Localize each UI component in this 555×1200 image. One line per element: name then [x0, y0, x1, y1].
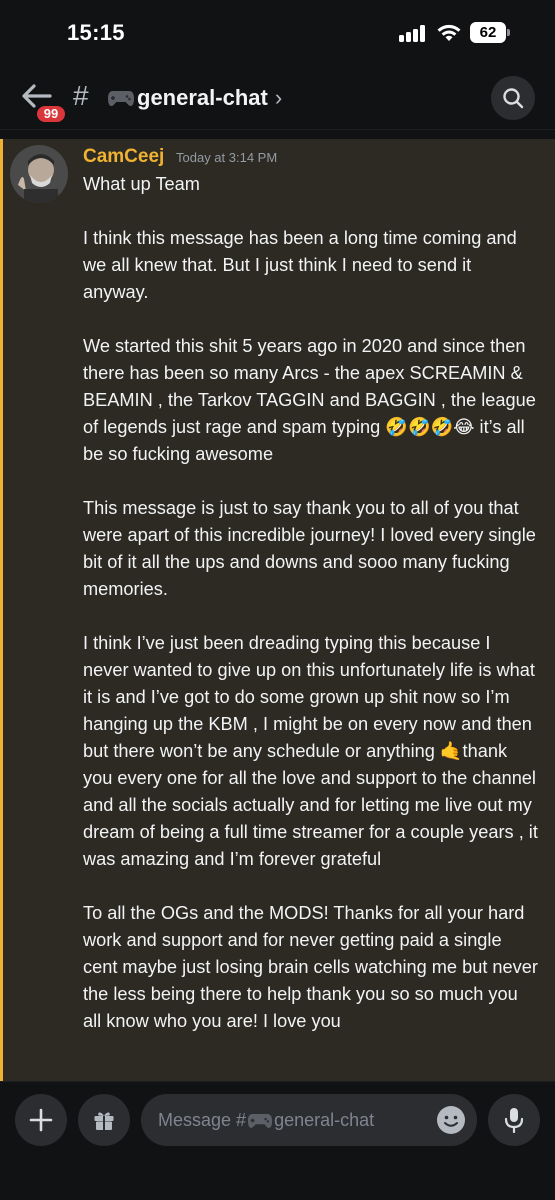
battery-icon: 62	[470, 22, 510, 43]
message-author[interactable]: CamCeej	[83, 146, 164, 168]
voice-message-button[interactable]	[488, 1094, 540, 1146]
message-content: What up Team I think this message has be…	[83, 171, 538, 1062]
message-paragraph: What up Team	[83, 174, 200, 194]
channel-header: 99 # general-chat ›	[0, 66, 555, 130]
emoji-button[interactable]	[437, 1106, 465, 1134]
message-paragraph: This message is just to say thank you to…	[83, 498, 536, 599]
search-icon	[503, 88, 524, 109]
avatar[interactable]	[10, 145, 68, 203]
gift-icon	[94, 1112, 114, 1130]
mention-highlight-bar	[0, 139, 3, 1081]
search-button[interactable]	[491, 76, 535, 120]
unread-badge: 99	[34, 103, 68, 125]
message-paragraph: We started this shit 5 years ago in 2020…	[83, 336, 536, 464]
add-attachment-button[interactable]	[15, 1094, 67, 1146]
message-timestamp: Today at 3:14 PM	[176, 150, 278, 165]
message-paragraph: To all the OGs and the MODS! Thanks for …	[83, 903, 538, 1031]
placeholder-channel: general-chat	[274, 1109, 375, 1130]
cellular-signal-icon	[399, 25, 427, 42]
channel-name: general-chat	[137, 85, 268, 110]
game-controller-icon	[247, 1113, 273, 1128]
status-bar: 15:15 62	[0, 0, 555, 66]
plus-icon	[29, 1108, 53, 1132]
composer-bar: Message # general-chat	[0, 1081, 555, 1200]
wifi-icon	[437, 24, 461, 41]
channel-title[interactable]: general-chat ›	[107, 83, 282, 113]
message-paragraph: I think this message has been a long tim…	[83, 228, 517, 302]
emoji-icon	[438, 1107, 464, 1133]
message-input[interactable]: Message # general-chat	[141, 1094, 477, 1146]
status-time: 15:15	[67, 20, 125, 45]
message-list[interactable]: CamCeej Today at 3:14 PM What up Team I …	[0, 131, 555, 1081]
battery-level: 62	[470, 22, 506, 43]
chevron-right-icon: ›	[274, 85, 283, 110]
message-paragraph: I think I’ve just been dreading typing t…	[83, 633, 538, 869]
message-input-placeholder: Message # general-chat	[158, 1110, 374, 1131]
gift-button[interactable]	[78, 1094, 130, 1146]
discord-screen: 15:15 62 99 # general-chat › CamCeej Tod…	[0, 0, 555, 1200]
microphone-icon	[504, 1108, 524, 1133]
game-controller-icon	[108, 91, 134, 106]
placeholder-prefix: Message #	[158, 1109, 247, 1130]
channel-hash-icon: #	[73, 80, 89, 111]
